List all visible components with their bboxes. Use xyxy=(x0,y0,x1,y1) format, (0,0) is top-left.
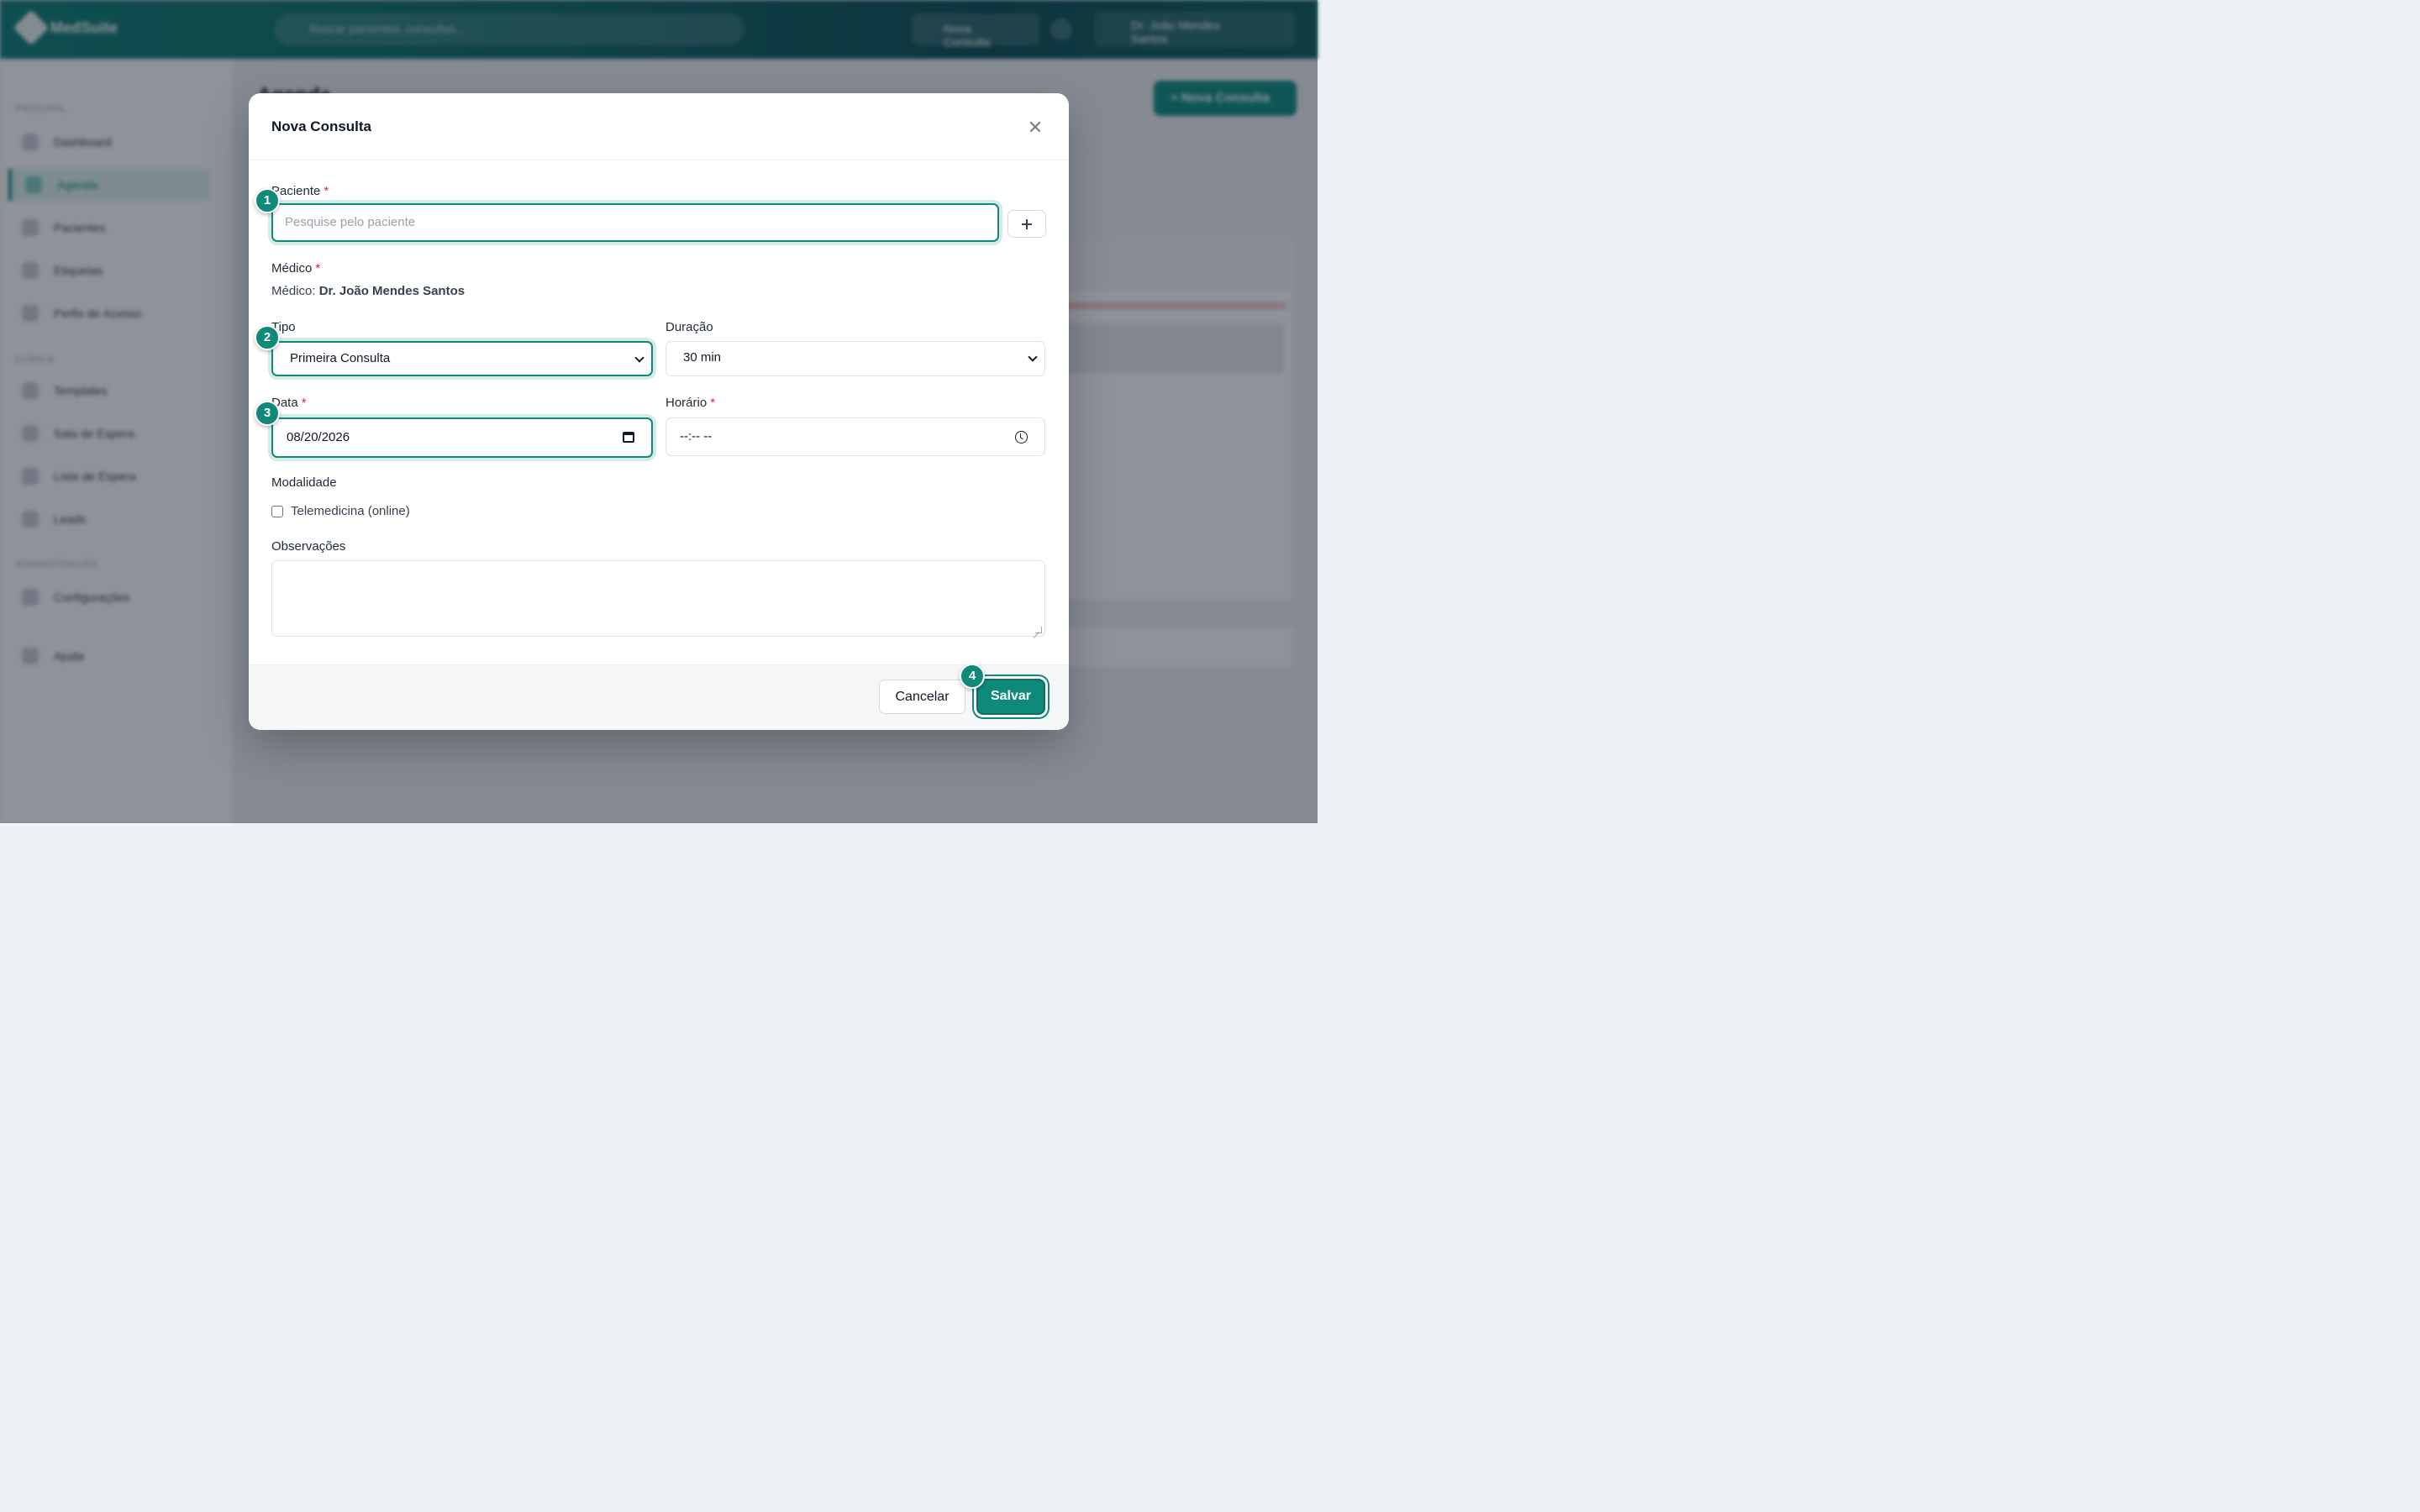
chevron-down-icon xyxy=(634,353,644,363)
chevron-down-icon xyxy=(1028,352,1038,362)
tipo-select[interactable]: Primeira Consulta xyxy=(271,341,653,376)
duracao-label: Duração xyxy=(666,320,713,334)
step-badge: 4 xyxy=(960,664,985,689)
add-patient-button[interactable] xyxy=(1007,210,1046,238)
modal-header: Nova Consulta xyxy=(249,93,1069,160)
close-icon[interactable] xyxy=(1027,118,1045,136)
resize-handle-icon[interactable] xyxy=(1035,627,1042,633)
step-badge: 3 xyxy=(255,401,280,426)
step-badge: 2 xyxy=(255,325,280,350)
modal-title: Nova Consulta xyxy=(271,118,372,134)
patient-search-input[interactable]: Pesquise pelo paciente xyxy=(271,203,999,242)
step-badge: 1 xyxy=(255,188,280,213)
patient-label: Paciente * xyxy=(271,184,329,198)
new-appointment-modal: Nova Consulta Paciente * Pesquise pelo pa… xyxy=(249,93,1069,730)
doctor-value: Médico: Dr. João Mendes Santos xyxy=(271,284,466,298)
cancel-button[interactable]: Cancelar xyxy=(879,680,965,714)
duracao-select[interactable]: 30 min xyxy=(666,341,1045,376)
required-marker: * xyxy=(301,396,307,410)
telemedicina-label[interactable]: Telemedicina (online) xyxy=(291,504,410,518)
required-marker: * xyxy=(710,396,716,410)
doctor-label: Médico * xyxy=(271,261,321,276)
calendar-icon[interactable] xyxy=(623,432,634,443)
save-button[interactable]: Salvar xyxy=(976,679,1045,715)
required-marker: * xyxy=(324,184,329,198)
observacoes-textarea[interactable] xyxy=(271,560,1045,637)
modalidade-label: Modalidade xyxy=(271,475,337,490)
required-marker: * xyxy=(315,261,321,276)
date-input[interactable]: 08/20/2026 xyxy=(271,417,653,458)
telemedicina-checkbox[interactable] xyxy=(271,506,283,517)
horario-label: Horário * xyxy=(666,396,716,410)
clock-icon[interactable] xyxy=(1015,431,1028,444)
time-input[interactable]: --:-- -- xyxy=(666,417,1045,456)
observacoes-label: Observações xyxy=(271,539,346,554)
